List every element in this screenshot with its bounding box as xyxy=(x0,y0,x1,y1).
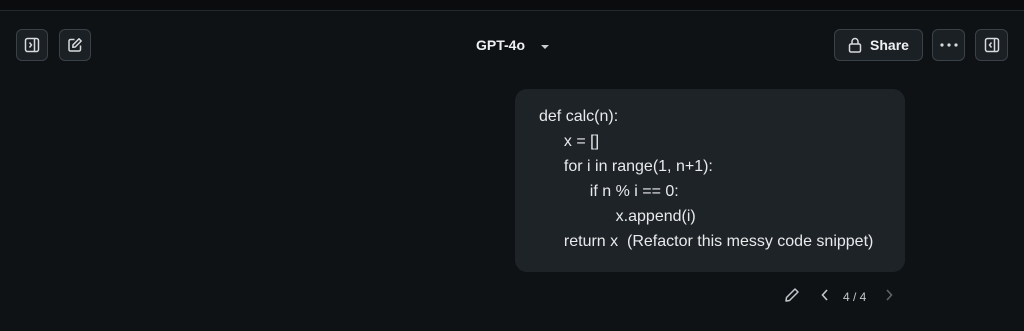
sidebar-right-icon xyxy=(984,37,1000,53)
model-selector[interactable]: GPT-4o xyxy=(476,36,550,54)
message-line: x.append(i) xyxy=(589,208,696,225)
lock-icon xyxy=(848,37,862,53)
user-message-bubble: def calc(n): x = [] for i in range(1, n+… xyxy=(515,89,905,272)
new-chat-button[interactable] xyxy=(59,29,91,61)
message-line: return x (Refactor this messy code snipp… xyxy=(555,233,874,250)
sidebar-toggle-button[interactable] xyxy=(16,29,48,61)
sidebar-right-toggle-button[interactable] xyxy=(975,29,1008,61)
edit-square-icon xyxy=(67,37,83,53)
chevron-left-icon xyxy=(821,288,829,306)
previous-version-button[interactable] xyxy=(816,288,834,306)
more-options-button[interactable] xyxy=(932,29,965,61)
next-version-button[interactable] xyxy=(880,288,898,306)
top-edge xyxy=(0,0,1024,11)
chevron-down-icon xyxy=(541,37,550,53)
chevron-right-icon xyxy=(885,288,893,306)
version-pager: 4 / 4 xyxy=(843,290,867,304)
message-line: x = [] xyxy=(555,133,600,150)
message-line: for i in range(1, n+1): xyxy=(555,158,713,175)
share-button[interactable]: Share xyxy=(834,29,923,61)
message-line: def calc(n): xyxy=(539,108,619,125)
ellipsis-icon xyxy=(939,43,958,47)
model-name: GPT-4o xyxy=(476,37,526,53)
share-label: Share xyxy=(870,37,909,53)
sidebar-toggle-icon xyxy=(24,37,40,53)
edit-message-button[interactable] xyxy=(782,287,802,307)
pencil-icon xyxy=(784,287,800,308)
message-line: if n % i == 0: xyxy=(572,183,679,200)
